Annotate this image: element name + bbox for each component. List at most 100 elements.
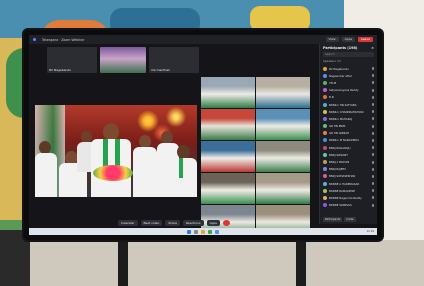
app-logo-icon	[33, 38, 36, 41]
avatar	[323, 138, 327, 143]
participant-item[interactable]: BNRJ-1 MOHAN	[323, 158, 374, 165]
meeting-app-icon[interactable]	[215, 229, 219, 234]
avatar	[323, 174, 327, 179]
participant-tile[interactable]: mk.manthak	[149, 47, 199, 73]
leave-button[interactable]: Leave	[358, 37, 373, 42]
mural-yellow-shape	[250, 6, 310, 32]
participant-item[interactable]: BRNNE SRINIVAS	[323, 202, 374, 209]
mic-icon	[372, 74, 374, 78]
participant-item[interactable]: GR HN ANNIAH	[323, 130, 374, 137]
participant-name: BRNK-1 M NARASIMHA	[329, 138, 360, 143]
participant-name: VFLM	[329, 80, 337, 85]
mic-icon	[372, 182, 374, 186]
participant-item[interactable]: GR HN PRIM	[323, 123, 374, 130]
crowd-video-tile[interactable]	[201, 77, 255, 108]
participant-name: Satyanarayana Reddy	[329, 88, 359, 93]
person-scarf	[179, 158, 183, 178]
participant-name: BNRJ-1 MOHAN	[329, 160, 350, 165]
crowd-video-tile[interactable]	[256, 109, 310, 140]
person-body	[35, 153, 57, 197]
avatar	[323, 195, 327, 200]
participant-item[interactable]: BNRJ SOMASEKHAR	[323, 173, 374, 180]
participant-name: B.N	[329, 95, 334, 100]
avatar	[323, 124, 327, 129]
tv-stand-right	[296, 235, 306, 286]
avatar	[323, 145, 327, 150]
participant-list: RV Nagabandu Nagasurkar Attar VFLM Satyanar…	[323, 65, 374, 209]
participant-item[interactable]: BRNK-1 CHANDRAMOHAN	[323, 108, 374, 115]
close-icon[interactable]: ×	[371, 46, 374, 50]
avatar	[323, 116, 327, 121]
participant-name: BRNK-1 MAHARAJ	[329, 116, 353, 121]
participant-item[interactable]: RV Nagabandu	[323, 65, 374, 72]
mic-icon	[372, 81, 374, 85]
participant-name: BNRJ SRIKANT	[329, 152, 348, 157]
participant-item[interactable]: Satyanarayana Reddy	[323, 87, 374, 94]
view-button[interactable]: View	[325, 37, 339, 42]
taskbar-clock: 11:24	[366, 230, 374, 233]
avatar	[323, 152, 327, 157]
participant-item[interactable]: BRNNE Nagendra Reddy	[323, 194, 374, 201]
share-button[interactable]: Share	[165, 220, 180, 226]
browser-icon[interactable]	[208, 229, 212, 234]
crowd-video-tile[interactable]	[201, 173, 255, 204]
participant-item[interactable]: BNRJ RAJEEV	[323, 166, 374, 173]
participant-item[interactable]: BRNK-1 MAHARAJ	[323, 115, 374, 122]
mic-icon	[372, 103, 374, 107]
invite-button[interactable]: Invite	[344, 217, 356, 222]
best-video-button[interactable]: Best video	[140, 220, 163, 226]
participant-item[interactable]: BRNNE RAMAKRISH	[323, 187, 374, 194]
video-grid	[201, 77, 310, 235]
participant-item[interactable]: BNRJ SRIKANT	[323, 151, 374, 158]
start-icon[interactable]	[187, 229, 191, 234]
participant-item[interactable]: Nagasurkar Attar	[323, 72, 374, 79]
participant-item[interactable]: VFLM	[323, 79, 374, 86]
participant-item[interactable]: BRNK-1 HN SATYABA	[323, 101, 374, 108]
participant-item[interactable]: BRNK-1 M NARASIMHA	[323, 137, 374, 144]
crowd-video-tile[interactable]	[256, 173, 310, 204]
participant-name: BRNK-1 CHANDRAMOHAN	[329, 109, 364, 114]
end-call-icon[interactable]	[223, 220, 230, 226]
participant-tile-video[interactable]	[100, 47, 146, 73]
floor	[0, 240, 424, 286]
participant-name: BRNNE A HARIPRASAD	[329, 181, 360, 186]
mic-icon	[372, 124, 374, 128]
participant-tile[interactable]: RV Nagabandu	[47, 47, 97, 73]
participant-name: BNRJ RAJEEV	[329, 167, 346, 172]
panel-section-label: Speakers (3)	[323, 59, 341, 63]
participants-panel: Participants (198) × Search Speakers (3)…	[319, 44, 377, 224]
main-speaker-video[interactable]	[35, 105, 197, 197]
thumbnail-row: RV Nagabandu mk.manthak	[47, 47, 199, 73]
avatar	[323, 203, 327, 208]
mic-icon	[372, 153, 374, 157]
avatar	[323, 80, 327, 85]
search-icon[interactable]	[194, 229, 198, 234]
mic-icon	[372, 95, 374, 99]
crowd-video-tile[interactable]	[201, 141, 255, 172]
mic-icon	[372, 138, 374, 142]
crowd-video-tile[interactable]	[201, 109, 255, 140]
top-actions: View Apps Leave	[325, 37, 373, 42]
crowd-video-tile[interactable]	[256, 141, 310, 172]
participant-name: BNRJ NAGARAJU	[329, 145, 351, 150]
tile-label: mk.manthak	[151, 68, 170, 72]
folder-icon[interactable]	[201, 229, 205, 234]
reactions-button[interactable]: Reactions	[182, 220, 204, 226]
participant-item[interactable]: BNRJ NAGARAJU	[323, 144, 374, 151]
crowd-video-tile[interactable]	[256, 77, 310, 108]
participants-button[interactable]: Participants	[323, 217, 343, 222]
mic-icon	[372, 189, 374, 193]
participant-item[interactable]: BRNNE A HARIPRASAD	[323, 180, 374, 187]
avatar	[323, 188, 327, 193]
person-head	[177, 145, 190, 159]
apps-toolbar-button[interactable]: Apps	[206, 220, 220, 226]
participant-name: Nagasurkar Attar	[329, 73, 352, 78]
calendar-button[interactable]: Calendar	[118, 220, 138, 226]
participant-item[interactable]: B.N	[323, 94, 374, 101]
mic-icon	[372, 160, 374, 164]
participant-search-input[interactable]: Search	[323, 52, 374, 57]
apps-button[interactable]: Apps	[341, 37, 356, 42]
mic-icon	[372, 117, 374, 121]
avatar	[323, 160, 327, 165]
participant-name: BRNNE SRINIVAS	[329, 203, 352, 208]
